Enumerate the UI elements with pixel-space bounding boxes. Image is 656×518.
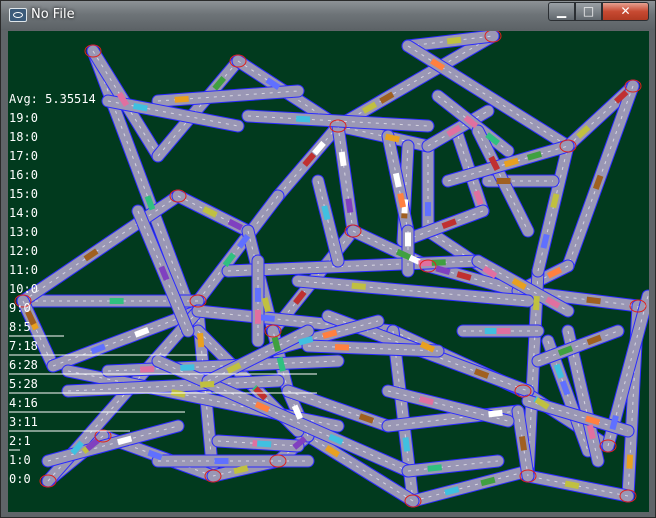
histogram-row: 1:0 [9,451,38,470]
histogram-row: 7:18 [9,337,38,356]
histogram-row: 3:11 [9,413,38,432]
histogram-row: 11:0 [9,261,38,280]
histogram-row-value: 0 [23,301,31,315]
histogram-row: 17:0 [9,147,38,166]
title-bar[interactable]: No File ▁ □ ✕ [1,1,655,30]
histogram-row-value: 0 [23,472,31,486]
histogram-row-value: 0 [30,187,38,201]
histogram-row: 2:1 [9,432,38,451]
histogram-bars [9,335,317,451]
histogram-row: 0:0 [9,470,38,489]
app-window: No File ▁ □ ✕ Avg: 5.35514 19:0 18:0 17:0 1… [0,0,656,518]
histogram-row: 15:0 [9,185,38,204]
histogram-row-label: 18: [9,130,31,144]
histogram-row-value: 5 [23,320,31,334]
histogram-row-label: 4: [9,396,24,410]
histogram-row-label: 12: [9,244,31,258]
histogram-row-label: 17: [9,149,31,163]
histogram-row-value: 0 [30,206,38,220]
histogram-row: 9:0 [9,299,38,318]
histogram-row-value: 16 [23,396,38,410]
histogram-row-label: 6: [9,358,24,372]
histogram-row: 12:0 [9,242,38,261]
maximize-button[interactable]: □ [575,2,602,21]
histogram-row-label: 7: [9,339,24,353]
histogram-row-label: 14: [9,206,31,220]
histogram-row-value: 0 [30,168,38,182]
histogram-row-value: 0 [30,244,38,258]
histogram-row-label: 8: [9,320,24,334]
histogram-row-value: 0 [30,225,38,239]
histogram-row-label: 0: [9,472,24,486]
histogram-row: 16:0 [9,166,38,185]
histogram-row-label: 13: [9,225,31,239]
app-icon [9,8,27,22]
histogram-row-label: 5: [9,377,24,391]
histogram-row: 19:0 [9,109,38,128]
histogram-row-label: 9: [9,301,24,315]
histogram-row-value: 0 [30,282,38,296]
histogram-row: 10:0 [9,280,38,299]
histogram-row-label: 1: [9,453,24,467]
histogram-row: 5:28 [9,375,38,394]
histogram-row: 14:0 [9,204,38,223]
histogram-row-label: 19: [9,111,31,125]
minimize-button[interactable]: ▁ [548,2,575,21]
histogram-row-value: 0 [30,149,38,163]
histogram-row-value: 28 [23,358,38,372]
histogram-row-value: 0 [30,130,38,144]
histogram-row-value: 1 [23,434,31,448]
histogram-row-value: 28 [23,377,38,391]
histogram-row-value: 0 [23,453,31,467]
histogram-row-value: 18 [23,339,38,353]
histogram-labels: 19:0 18:0 17:0 16:0 15:0 14:0 13:0 12:0 11:0 10:0… [9,109,38,489]
histogram-row-label: 2: [9,434,24,448]
histogram-row-label: 15: [9,187,31,201]
histogram-row: 4:16 [9,394,38,413]
histogram-row-value: 0 [30,263,38,277]
histogram-row-label: 16: [9,168,31,182]
histogram-row-label: 11: [9,263,31,277]
histogram-row-label: 10: [9,282,31,296]
histogram-row: 18:0 [9,128,38,147]
histogram-row-label: 3: [9,415,24,429]
histogram-row-value: 11 [23,415,38,429]
histogram-row: 13:0 [9,223,38,242]
histogram-row: 6:28 [9,356,38,375]
simulation-canvas[interactable]: Avg: 5.35514 19:0 18:0 17:0 16:0 15:0 14:0 13:… [8,31,649,512]
histogram-row: 8:5 [9,318,38,337]
histogram-row-value: 0 [30,111,38,125]
window-title: No File [31,7,75,22]
close-button[interactable]: ✕ [602,2,649,21]
